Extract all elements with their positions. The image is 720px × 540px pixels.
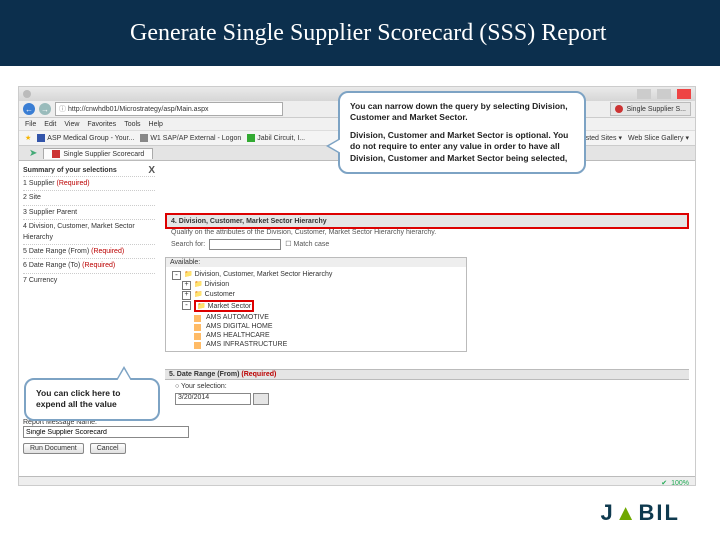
bookmark-item[interactable]: W1 SAP/AP External - Logon <box>140 134 241 142</box>
maximize-button[interactable] <box>657 89 671 99</box>
slide-title-bar: Generate Single Supplier Scorecard (SSS)… <box>0 0 720 66</box>
tree-leaf[interactable]: AMS INFRASTRUCTURE <box>194 340 460 349</box>
menu-edit[interactable]: Edit <box>44 121 56 128</box>
tree-node-market-sector[interactable]: 📁 Market Sector <box>182 299 460 313</box>
run-document-button[interactable]: Run Document <box>23 443 84 454</box>
collapse-index-button[interactable]: X <box>148 163 155 179</box>
status-bar: ✔ 100% <box>19 476 695 486</box>
bookmark-item[interactable]: Jabil Circuit, I... <box>247 134 305 142</box>
tree-node-division[interactable]: 📁 Division <box>182 279 460 289</box>
index-item[interactable]: 2 Site <box>23 190 155 204</box>
section-4-search-row: Search for: ☐ Match case <box>165 239 689 249</box>
browser-tab[interactable]: Single Supplier S... <box>610 102 691 116</box>
section-4-subtitle: Qualify on the attributes of the Divisio… <box>165 227 689 237</box>
back-button[interactable]: ← <box>23 103 35 115</box>
callout-narrow-query: You can narrow down the query by selecti… <box>338 91 586 174</box>
bookmark-item[interactable]: Web Slice Gallery ▾ <box>628 134 689 142</box>
index-item[interactable]: 3 Supplier Parent <box>23 205 155 219</box>
forward-button[interactable]: → <box>39 103 51 115</box>
cancel-button[interactable]: Cancel <box>90 443 126 454</box>
match-case-checkbox[interactable]: ☐ Match case <box>285 240 329 248</box>
app-icon <box>23 90 31 98</box>
doc-icon <box>52 150 60 158</box>
nav-arrow-icon[interactable]: ➤ <box>29 148 37 159</box>
index-item[interactable]: 1 Supplier (Required) <box>23 176 155 190</box>
bookmark-icon <box>140 134 148 142</box>
report-name-row: Report Message Name: <box>23 419 689 438</box>
menu-file[interactable]: File <box>25 121 36 128</box>
favorites-star-icon[interactable]: ★ <box>25 134 31 142</box>
address-bar[interactable]: ⓘhttp://cnwhdb01/Microstrategy/asp/Main.… <box>55 102 283 116</box>
prompt-index: X Summary of your selections 1 Supplier … <box>23 165 155 287</box>
slide-title: Generate Single Supplier Scorecard (SSS)… <box>130 20 607 47</box>
report-name-input[interactable] <box>23 426 189 438</box>
bookmark-item[interactable]: ASP Medical Group - Your... <box>37 134 134 142</box>
tree-node-customer[interactable]: 📁 Customer <box>182 289 460 299</box>
menu-favorites[interactable]: Favorites <box>87 121 116 128</box>
action-buttons: Run Document Cancel <box>23 443 126 454</box>
index-item[interactable]: 7 Currency <box>23 273 155 287</box>
available-tree: Available: 📁 Division, Customer, Market … <box>165 257 467 352</box>
available-label: Available: <box>166 258 466 267</box>
section-5-header: 5. Date Range (From) (Required) <box>165 369 689 380</box>
index-item[interactable]: 5 Date Range (From) (Required) <box>23 244 155 258</box>
document-tab[interactable]: Single Supplier Scorecard <box>43 148 153 159</box>
menu-tools[interactable]: Tools <box>124 121 140 128</box>
tree-root[interactable]: 📁 Division, Customer, Market Sector Hier… <box>172 269 460 279</box>
menu-help[interactable]: Help <box>149 121 163 128</box>
tree-leaf[interactable]: AMS DIGITAL HOME <box>194 322 460 331</box>
bookmark-icon <box>247 134 255 142</box>
report-prompt-area: X Summary of your selections 1 Supplier … <box>19 161 695 486</box>
section-5-sub: ○ Your selection: <box>175 383 679 390</box>
jabil-logo: J▲BIL <box>601 500 680 526</box>
callout-expand-value: You can click here to expend all the val… <box>24 378 160 421</box>
index-item[interactable]: 6 Date Range (To) (Required) <box>23 258 155 272</box>
date-input[interactable]: 3/20/2014 <box>175 393 251 405</box>
index-header: Summary of your selections <box>23 165 155 176</box>
tab-favicon-icon <box>615 105 623 113</box>
bookmark-icon <box>37 134 45 142</box>
minimize-button[interactable] <box>637 89 651 99</box>
tree-leaf[interactable]: AMS HEALTHCARE <box>194 331 460 340</box>
tree-leaf[interactable]: AMS AUTOMOTIVE <box>194 313 460 322</box>
expand-highlight: 📁 Market Sector <box>194 300 254 312</box>
close-button[interactable] <box>677 89 691 99</box>
index-item[interactable]: 4 Division, Customer, Market Sector Hier… <box>23 219 155 244</box>
search-input[interactable] <box>209 239 281 250</box>
zoom-level[interactable]: 100% <box>671 480 689 487</box>
menu-view[interactable]: View <box>64 121 79 128</box>
date-picker-button[interactable] <box>253 393 269 405</box>
section-5: 5. Date Range (From) (Required) ○ Your s… <box>165 369 689 408</box>
security-icon: ✔ <box>661 479 667 486</box>
